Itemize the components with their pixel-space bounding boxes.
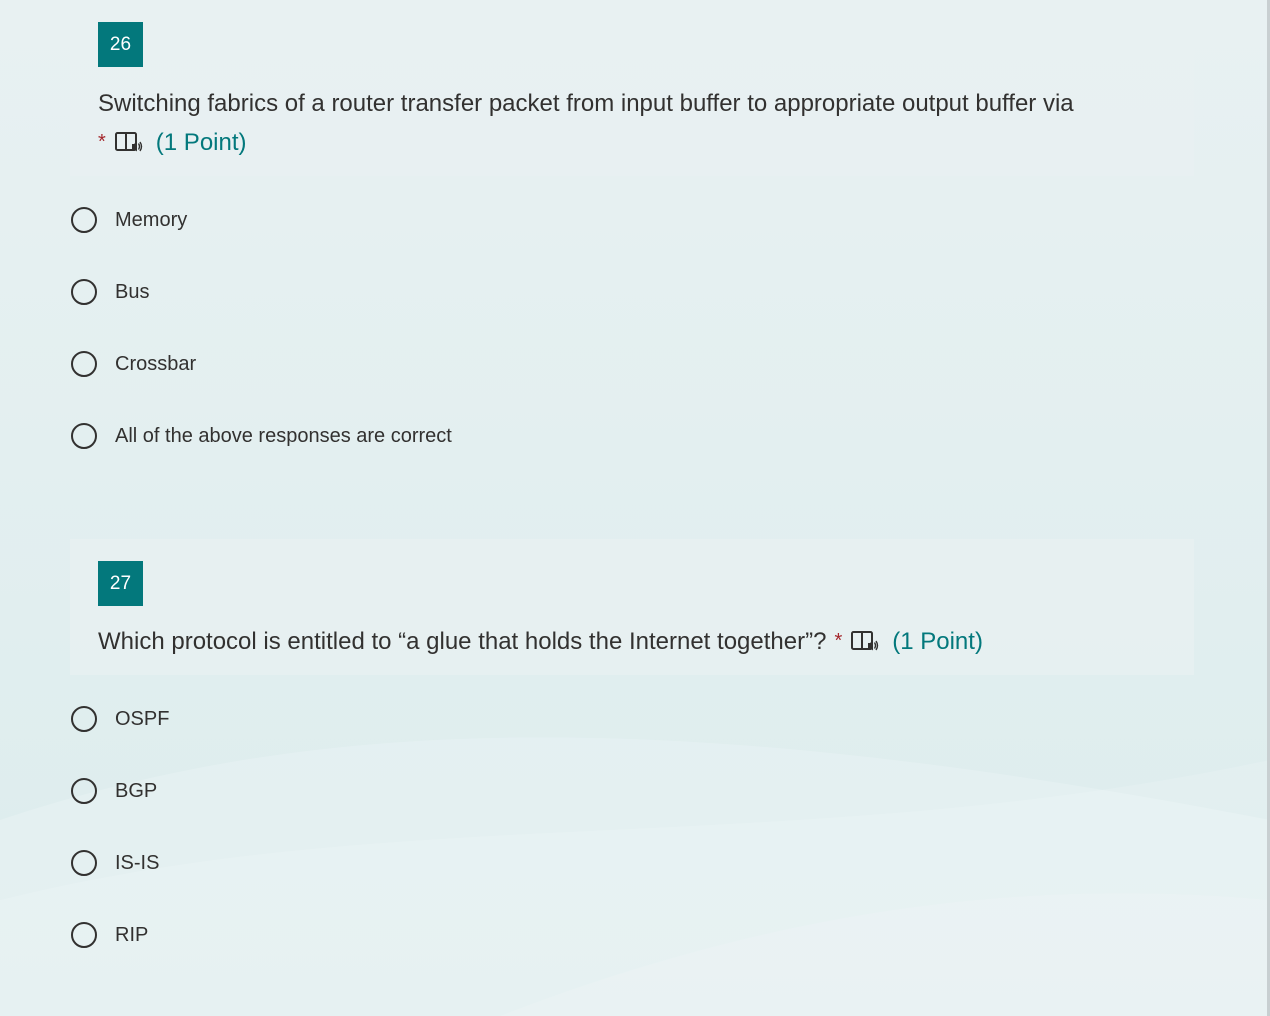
option-label: Memory	[115, 208, 188, 231]
option-all-of-the-above[interactable]: All of the above responses are correct	[70, 400, 1194, 472]
option-memory[interactable]: Memory	[70, 184, 1194, 256]
immersive-reader-icon[interactable]	[850, 629, 880, 655]
option-rip[interactable]: RIP	[70, 899, 1194, 971]
immersive-reader-icon[interactable]	[114, 130, 144, 156]
question-number-badge: 27	[98, 561, 143, 606]
radio-button[interactable]	[71, 778, 97, 804]
radio-button[interactable]	[71, 922, 97, 948]
option-label: All of the above responses are correct	[115, 424, 452, 447]
options-list: OSPF BGP IS-IS RIP	[70, 683, 1194, 971]
question-title: Which protocol is entitled to “a glue th…	[98, 622, 1178, 661]
question-27: 27 Which protocol is entitled to “a glue…	[70, 539, 1194, 971]
points-label: (1 Point)	[155, 129, 247, 156]
option-is-is[interactable]: IS-IS	[70, 827, 1194, 899]
option-label: Bus	[115, 280, 150, 303]
option-label: IS-IS	[115, 851, 160, 874]
radio-button[interactable]	[71, 850, 97, 876]
radio-button[interactable]	[71, 207, 97, 233]
question-header: 26 Switching fabrics of a router transfe…	[70, 0, 1194, 176]
question-26: 26 Switching fabrics of a router transfe…	[70, 0, 1194, 472]
question-text: Switching fabrics of a router transfer p…	[98, 90, 1074, 117]
required-asterisk: *	[834, 630, 843, 652]
question-text: Which protocol is entitled to “a glue th…	[98, 628, 827, 655]
required-asterisk: *	[98, 131, 106, 153]
radio-button[interactable]	[71, 706, 97, 732]
question-title: Switching fabrics of a router transfer p…	[98, 85, 1178, 162]
radio-button[interactable]	[71, 423, 97, 449]
option-label: OSPF	[115, 707, 170, 730]
options-list: Memory Bus Crossbar All of the above res…	[70, 184, 1194, 472]
option-bus[interactable]: Bus	[70, 256, 1194, 328]
option-label: Crossbar	[115, 352, 197, 375]
option-crossbar[interactable]: Crossbar	[70, 328, 1194, 400]
option-bgp[interactable]: BGP	[70, 755, 1194, 827]
radio-button[interactable]	[71, 351, 97, 377]
question-number-badge: 26	[98, 22, 143, 67]
radio-button[interactable]	[71, 279, 97, 305]
option-ospf[interactable]: OSPF	[70, 683, 1194, 755]
option-label: BGP	[115, 779, 158, 802]
option-label: RIP	[115, 923, 149, 946]
question-header: 27 Which protocol is entitled to “a glue…	[70, 539, 1194, 675]
points-label: (1 Point)	[892, 628, 983, 655]
